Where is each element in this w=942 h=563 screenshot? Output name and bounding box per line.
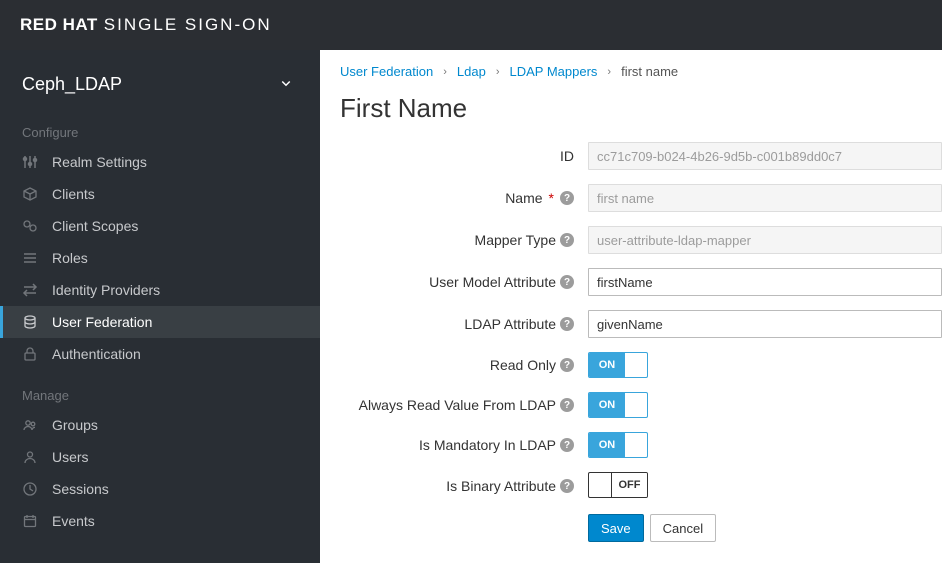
- ldap-attribute-field[interactable]: [588, 310, 942, 338]
- id-label: ID: [340, 148, 588, 164]
- id-field: [588, 142, 942, 170]
- sidebar-item-sessions[interactable]: Sessions: [0, 473, 320, 505]
- section-configure: Configure: [0, 117, 320, 146]
- cube-icon: [22, 186, 38, 202]
- chevron-right-icon: ›: [443, 66, 447, 78]
- help-icon[interactable]: ?: [560, 191, 574, 205]
- sidebar-item-label: Roles: [52, 250, 88, 266]
- help-icon[interactable]: ?: [560, 479, 574, 493]
- brand-logo: RED HAT SINGLE SIGN-ON: [20, 15, 272, 35]
- realm-name: Ceph_LDAP: [22, 74, 122, 95]
- sidebar-item-label: Identity Providers: [52, 282, 160, 298]
- is-mandatory-label: Is Mandatory In LDAP ?: [340, 437, 588, 453]
- sidebar-item-clients[interactable]: Clients: [0, 178, 320, 210]
- help-icon[interactable]: ?: [560, 358, 574, 372]
- sidebar-item-label: Sessions: [52, 481, 109, 497]
- lock-icon: [22, 346, 38, 362]
- breadcrumb: User Federation › Ldap › LDAP Mappers › …: [340, 64, 942, 79]
- save-button[interactable]: Save: [588, 514, 644, 542]
- realm-selector[interactable]: Ceph_LDAP: [0, 68, 320, 117]
- mapper-type-label: Mapper Type ?: [340, 232, 588, 248]
- mapper-form: ID Name* ? Mapper Type ? User Mod: [340, 142, 942, 542]
- help-icon[interactable]: ?: [560, 317, 574, 331]
- sliders-icon: [22, 154, 38, 170]
- sidebar-item-events[interactable]: Events: [0, 505, 320, 537]
- sidebar-item-label: Authentication: [52, 346, 141, 362]
- always-read-label: Always Read Value From LDAP ?: [340, 397, 588, 413]
- breadcrumb-user-federation[interactable]: User Federation: [340, 64, 433, 79]
- sidebar-item-label: Users: [52, 449, 89, 465]
- breadcrumb-ldap[interactable]: Ldap: [457, 64, 486, 79]
- always-read-toggle[interactable]: ON: [588, 392, 648, 418]
- is-binary-label: Is Binary Attribute ?: [340, 478, 588, 494]
- sidebar-item-label: User Federation: [52, 314, 152, 330]
- calendar-icon: [22, 513, 38, 529]
- sidebar: Ceph_LDAP Configure Realm Settings Clien…: [0, 50, 320, 563]
- mapper-type-field: [588, 226, 942, 254]
- main-panel: User Federation › Ldap › LDAP Mappers › …: [320, 50, 942, 563]
- user-icon: [22, 449, 38, 465]
- group-icon: [22, 417, 38, 433]
- sidebar-item-label: Groups: [52, 417, 98, 433]
- help-icon[interactable]: ?: [560, 438, 574, 452]
- sidebar-item-realm-settings[interactable]: Realm Settings: [0, 146, 320, 178]
- sidebar-item-identity-providers[interactable]: Identity Providers: [0, 274, 320, 306]
- sidebar-item-authentication[interactable]: Authentication: [0, 338, 320, 370]
- clock-icon: [22, 481, 38, 497]
- help-icon[interactable]: ?: [560, 233, 574, 247]
- section-manage: Manage: [0, 380, 320, 409]
- sidebar-item-user-federation[interactable]: User Federation: [0, 306, 320, 338]
- sidebar-item-client-scopes[interactable]: Client Scopes: [0, 210, 320, 242]
- read-only-toggle[interactable]: ON: [588, 352, 648, 378]
- database-icon: [22, 314, 38, 330]
- read-only-label: Read Only ?: [340, 357, 588, 373]
- exchange-icon: [22, 282, 38, 298]
- chevron-right-icon: ›: [496, 66, 500, 78]
- chevron-down-icon: [280, 77, 292, 92]
- user-model-attribute-label: User Model Attribute ?: [340, 274, 588, 290]
- sidebar-item-groups[interactable]: Groups: [0, 409, 320, 441]
- scopes-icon: [22, 218, 38, 234]
- list-icon: [22, 250, 38, 266]
- brand-right: SINGLE SIGN-ON: [104, 15, 272, 35]
- user-model-attribute-field[interactable]: [588, 268, 942, 296]
- is-binary-toggle[interactable]: OFF: [588, 472, 648, 498]
- sidebar-item-label: Clients: [52, 186, 95, 202]
- name-label: Name* ?: [340, 190, 588, 206]
- sidebar-item-label: Realm Settings: [52, 154, 147, 170]
- name-field: [588, 184, 942, 212]
- sidebar-item-label: Client Scopes: [52, 218, 138, 234]
- breadcrumb-ldap-mappers[interactable]: LDAP Mappers: [509, 64, 597, 79]
- sidebar-item-users[interactable]: Users: [0, 441, 320, 473]
- help-icon[interactable]: ?: [560, 398, 574, 412]
- sidebar-item-roles[interactable]: Roles: [0, 242, 320, 274]
- page-title: First Name: [340, 93, 942, 124]
- topbar: RED HAT SINGLE SIGN-ON: [0, 0, 942, 50]
- breadcrumb-current: first name: [621, 64, 678, 79]
- is-mandatory-toggle[interactable]: ON: [588, 432, 648, 458]
- sidebar-item-label: Events: [52, 513, 95, 529]
- ldap-attribute-label: LDAP Attribute ?: [340, 316, 588, 332]
- brand-left: RED HAT: [20, 15, 98, 35]
- chevron-right-icon: ›: [607, 66, 611, 78]
- cancel-button[interactable]: Cancel: [650, 514, 716, 542]
- help-icon[interactable]: ?: [560, 275, 574, 289]
